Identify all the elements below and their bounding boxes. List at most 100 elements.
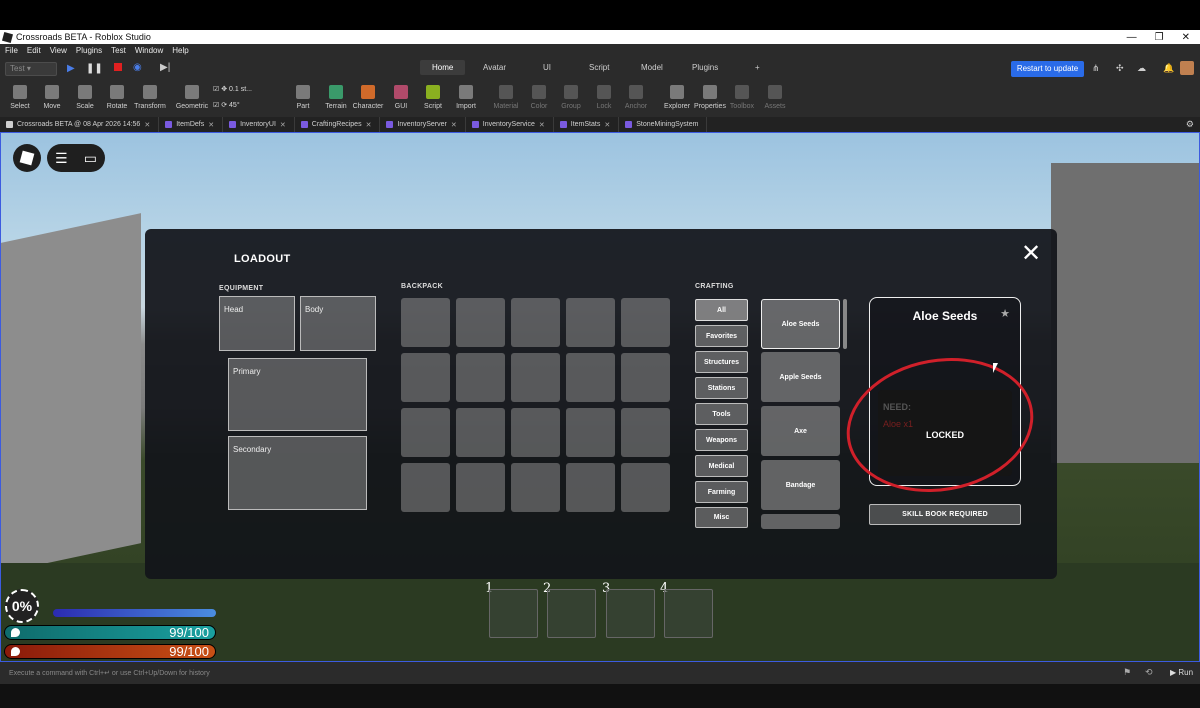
backpack-slot[interactable] xyxy=(511,353,560,402)
tab-place[interactable]: Crossroads BETA @ 08 Apr 2026 14:56 ✕ xyxy=(0,117,160,132)
backpack-slot[interactable] xyxy=(621,298,670,347)
select-tool[interactable]: Select xyxy=(2,83,38,110)
backpack-slot[interactable] xyxy=(456,353,505,402)
properties-tool[interactable]: Properties xyxy=(692,83,728,110)
backpack-slot[interactable] xyxy=(456,463,505,512)
part-tool[interactable]: Part xyxy=(285,83,321,110)
recipe-axe[interactable]: Axe xyxy=(761,406,840,456)
hotbar-slot-1[interactable] xyxy=(489,589,538,638)
menu-edit[interactable]: Edit xyxy=(27,46,41,55)
tab-craftingrecipes[interactable]: CraftingRecipes ✕ xyxy=(295,117,381,132)
scale-tool[interactable]: Scale xyxy=(67,83,103,110)
backpack-slot[interactable] xyxy=(511,298,560,347)
tab-stonemining[interactable]: StoneMiningSystem xyxy=(619,117,708,132)
recipe-partial[interactable] xyxy=(761,514,840,529)
menu-window[interactable]: Window xyxy=(135,46,163,55)
lock-tool[interactable]: Lock xyxy=(586,83,622,110)
close-tab-icon[interactable]: ✕ xyxy=(144,121,150,129)
category-stations[interactable]: Stations xyxy=(695,377,748,399)
close-tab-icon[interactable]: ✕ xyxy=(280,121,286,129)
close-tab-icon[interactable]: ✕ xyxy=(366,121,372,129)
explorer-tool[interactable]: Explorer xyxy=(659,83,695,110)
maximize-icon[interactable]: ❐ xyxy=(1155,32,1164,43)
material-tool[interactable]: Material xyxy=(488,83,524,110)
tab-add[interactable]: + xyxy=(755,63,760,72)
favorite-star-icon[interactable]: ★ xyxy=(1000,307,1010,320)
close-window-icon[interactable]: ✕ xyxy=(1182,32,1190,43)
minimize-icon[interactable]: — xyxy=(1127,32,1137,43)
rotate-tool[interactable]: Rotate xyxy=(99,83,135,110)
toolbox-tool[interactable]: Toolbox xyxy=(724,83,760,110)
script-tool[interactable]: Script xyxy=(415,83,451,110)
geometric-tool[interactable]: Geometric xyxy=(174,83,210,110)
close-tab-icon[interactable]: ✕ xyxy=(539,121,545,129)
history-icon[interactable]: ⟲ xyxy=(1145,667,1153,678)
category-farming[interactable]: Farming xyxy=(695,481,748,503)
close-tab-icon[interactable]: ✕ xyxy=(451,121,457,129)
tab-inventoryservice[interactable]: InventoryService ✕ xyxy=(466,117,554,132)
backpack-slot[interactable] xyxy=(621,463,670,512)
tab-model[interactable]: Model xyxy=(641,63,663,72)
chat-icon[interactable]: ▭ xyxy=(84,150,97,167)
backpack-slot[interactable] xyxy=(566,298,615,347)
menu-test[interactable]: Test xyxy=(111,46,126,55)
backpack-slot[interactable] xyxy=(511,408,560,457)
backpack-slot[interactable] xyxy=(401,408,450,457)
notification-bell-icon[interactable]: 🔔 xyxy=(1163,63,1174,74)
rotate-snap[interactable]: ☑ ⟳ 45° xyxy=(213,101,240,109)
import-tool[interactable]: Import xyxy=(448,83,484,110)
hotbar-slot-4[interactable] xyxy=(664,589,713,638)
menu-plugins[interactable]: Plugins xyxy=(76,46,102,55)
play-mode-select[interactable]: Test ▾ xyxy=(5,62,57,76)
restart-to-update-button[interactable]: Restart to update xyxy=(1011,61,1084,77)
backpack-slot[interactable] xyxy=(456,408,505,457)
backpack-slot[interactable] xyxy=(621,353,670,402)
menu-file[interactable]: File xyxy=(5,46,18,55)
run-button[interactable]: ▶ Run xyxy=(1170,668,1193,677)
settings-gear-icon[interactable]: ⚙ xyxy=(1186,119,1194,130)
gui-tool[interactable]: GUI xyxy=(383,83,419,110)
category-tools[interactable]: Tools xyxy=(695,403,748,425)
recipe-apple-seeds[interactable]: Apple Seeds xyxy=(761,352,840,402)
cloud-icon[interactable]: ☁ xyxy=(1137,63,1146,74)
anchor-tool[interactable]: Anchor xyxy=(618,83,654,110)
color-tool[interactable]: Color xyxy=(521,83,557,110)
hotbar-slot-3[interactable] xyxy=(606,589,655,638)
game-viewport[interactable]: ☰ ▭ LOADOUT ✕ EQUIPMENT Head Body Primar… xyxy=(0,132,1200,662)
backpack-slot[interactable] xyxy=(401,353,450,402)
backpack-slot[interactable] xyxy=(566,353,615,402)
tab-ui[interactable]: UI xyxy=(543,63,551,72)
pause-icon[interactable]: ❚❚ xyxy=(86,63,103,74)
character-tool[interactable]: Character xyxy=(350,83,386,110)
avatar[interactable] xyxy=(1180,61,1194,75)
backpack-slot[interactable] xyxy=(566,463,615,512)
category-medical[interactable]: Medical xyxy=(695,455,748,477)
move-snap[interactable]: ☑ ✥ 0.1 st... xyxy=(213,85,252,93)
menu-help[interactable]: Help xyxy=(172,46,188,55)
category-structures[interactable]: Structures xyxy=(695,351,748,373)
backpack-slot[interactable] xyxy=(401,463,450,512)
recipe-scrollbar[interactable] xyxy=(843,299,847,349)
equip-slot-primary[interactable]: Primary xyxy=(228,358,367,431)
tab-itemdefs[interactable]: ItemDefs ✕ xyxy=(159,117,224,132)
category-misc[interactable]: Misc xyxy=(695,507,748,528)
tab-inventoryserver[interactable]: InventoryServer ✕ xyxy=(380,117,466,132)
stop-icon[interactable] xyxy=(114,63,122,71)
step-icon[interactable]: ▶| xyxy=(160,62,170,73)
backpack-slot[interactable] xyxy=(566,408,615,457)
assets-tool[interactable]: Assets xyxy=(757,83,793,110)
equip-slot-head[interactable]: Head xyxy=(219,296,295,351)
close-tab-icon[interactable]: ✕ xyxy=(604,121,610,129)
recipe-aloe-seeds[interactable]: Aloe Seeds xyxy=(761,299,840,349)
backpack-slot[interactable] xyxy=(511,463,560,512)
tab-plugins[interactable]: Plugins xyxy=(692,63,718,72)
backpack-slot[interactable] xyxy=(401,298,450,347)
category-favorites[interactable]: Favorites xyxy=(695,325,748,347)
tab-avatar[interactable]: Avatar xyxy=(483,63,506,72)
tab-home[interactable]: Home xyxy=(420,60,466,75)
tab-inventoryui[interactable]: InventoryUI ✕ xyxy=(223,117,295,132)
move-tool[interactable]: Move xyxy=(34,83,70,110)
client-server-icon[interactable]: ◉ xyxy=(133,62,142,73)
hotbar-slot-2[interactable] xyxy=(547,589,596,638)
category-weapons[interactable]: Weapons xyxy=(695,429,748,451)
